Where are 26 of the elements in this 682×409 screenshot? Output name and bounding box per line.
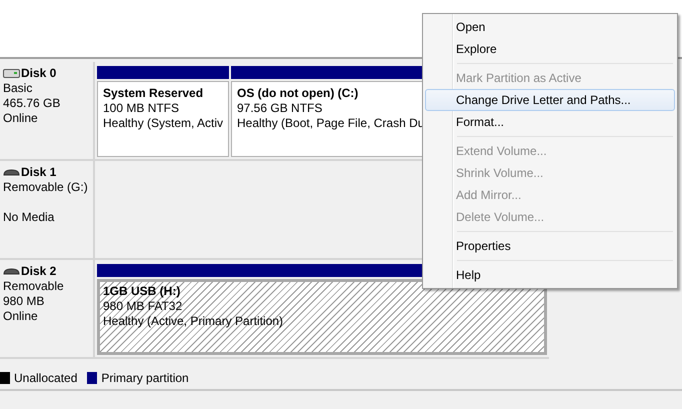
disk-status: Online (3, 111, 39, 126)
menu-item[interactable]: Properties (425, 235, 675, 257)
partition-title: OS (do not open) (C:) (237, 86, 358, 101)
disk-type: Basic (3, 81, 34, 96)
disk-status: Online (3, 309, 39, 324)
disk-size: 980 MB (3, 294, 46, 309)
menu-item[interactable]: Change Drive Letter and Paths... (425, 89, 675, 111)
disk-type: Removable (3, 279, 65, 294)
disk-name: Disk 2 (21, 264, 56, 279)
disk-type: Removable (G:) (3, 180, 89, 195)
partition-size: 97.56 GB NTFS (237, 101, 322, 116)
menu-item[interactable]: Open (425, 16, 675, 38)
disk-status: No Media (3, 210, 56, 225)
partition-title: System Reserved (103, 86, 204, 101)
partition-status: Healthy (System, Activ (103, 116, 224, 131)
partition-box[interactable]: System Reserved 100 MB NTFS Healthy (System, Activ (97, 81, 229, 157)
partition-size: 100 MB NTFS (103, 101, 180, 116)
disk-size: 465.76 GB (3, 96, 62, 111)
disk-name: Disk 0 (21, 66, 56, 81)
partition-title: 1GB USB (H:) (103, 284, 180, 299)
disk-name: Disk 1 (21, 165, 56, 180)
legend-label: Unallocated (14, 371, 78, 385)
menu-item[interactable]: Explore (425, 38, 675, 60)
legend-label: Primary partition (101, 371, 189, 385)
partition-status: Healthy (Active, Primary Partition) (103, 314, 284, 329)
partition-size: 980 MB FAT32 (103, 299, 182, 314)
